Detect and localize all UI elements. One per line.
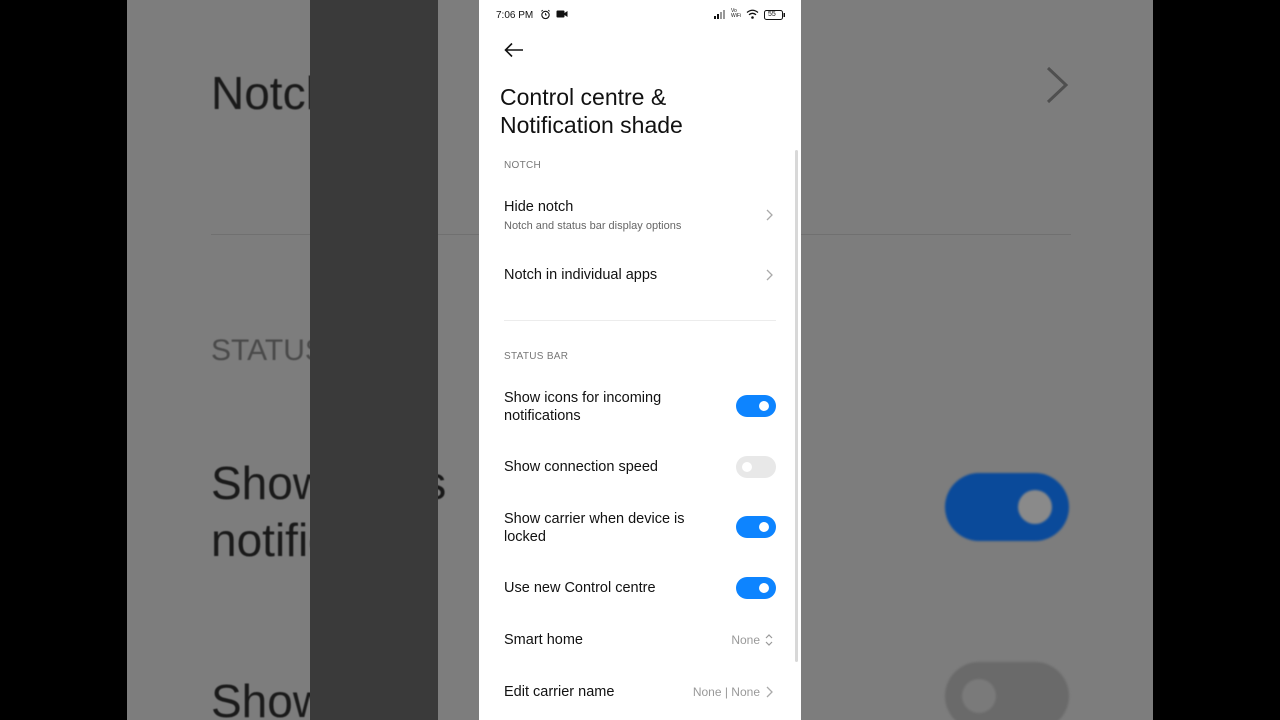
signal-icon (714, 9, 727, 22)
edit-carrier-label: Edit carrier name (504, 684, 615, 700)
page-title-line1: Control centre & (500, 84, 667, 110)
show-icons-label-line1: Show icons for incoming (504, 390, 662, 406)
section-divider (504, 320, 776, 321)
smart-home-value: None (731, 633, 760, 647)
chevron-right-icon (766, 269, 773, 281)
bg-toggle-off (945, 662, 1069, 720)
carrier-locked-label: Show carrier when device is locked (504, 510, 685, 546)
alarm-icon (540, 9, 551, 23)
page-title-line2: Notification shade (500, 112, 683, 138)
status-time: 7:06 PM (496, 10, 534, 21)
edit-carrier-value: None | None (692, 685, 760, 699)
wifi-icon (746, 9, 759, 22)
status-bar: 7:06 PM Vo WiFi 55 (479, 0, 801, 30)
page-title: Control centre & Notification shade (500, 83, 683, 139)
new-control-centre-toggle[interactable] (736, 577, 776, 599)
carrier-locked-label-line1: Show carrier when device is (504, 511, 685, 527)
battery-icon: 55 (764, 10, 786, 23)
section-notch: NOTCH (504, 160, 542, 171)
new-control-centre-label: Use new Control centre (504, 580, 656, 596)
volte-wifi-icon: Vo WiFi (731, 8, 741, 19)
back-arrow-icon[interactable] (503, 40, 527, 62)
bg-shadow-left (310, 0, 438, 720)
hide-notch-label: Hide notch (504, 199, 574, 215)
show-icons-label: Show icons for incoming notifications (504, 389, 661, 425)
carrier-locked-toggle[interactable] (736, 516, 776, 538)
connection-speed-label: Show connection speed (504, 459, 658, 475)
up-down-chevron-icon (765, 634, 773, 646)
bg-toggle-on (945, 473, 1069, 541)
phone-screen: 7:06 PM Vo WiFi 55 Control centre & Noti… (479, 0, 801, 720)
show-icons-label-line2: notifications (504, 408, 581, 424)
section-status-bar: STATUS BAR (504, 351, 569, 362)
bg-chevron-icon (1045, 62, 1069, 117)
connection-speed-toggle[interactable] (736, 456, 776, 478)
scrollbar[interactable] (795, 150, 798, 662)
chevron-right-icon (766, 686, 773, 698)
video-record-icon (556, 9, 568, 22)
notch-individual-apps-label: Notch in individual apps (504, 267, 658, 283)
battery-level: 55 (768, 11, 776, 18)
chevron-right-icon (766, 209, 773, 221)
show-icons-toggle[interactable] (736, 395, 776, 417)
carrier-locked-label-line2: locked (504, 529, 546, 545)
hide-notch-subtitle: Notch and status bar display options (504, 220, 682, 232)
smart-home-label: Smart home (504, 632, 583, 648)
